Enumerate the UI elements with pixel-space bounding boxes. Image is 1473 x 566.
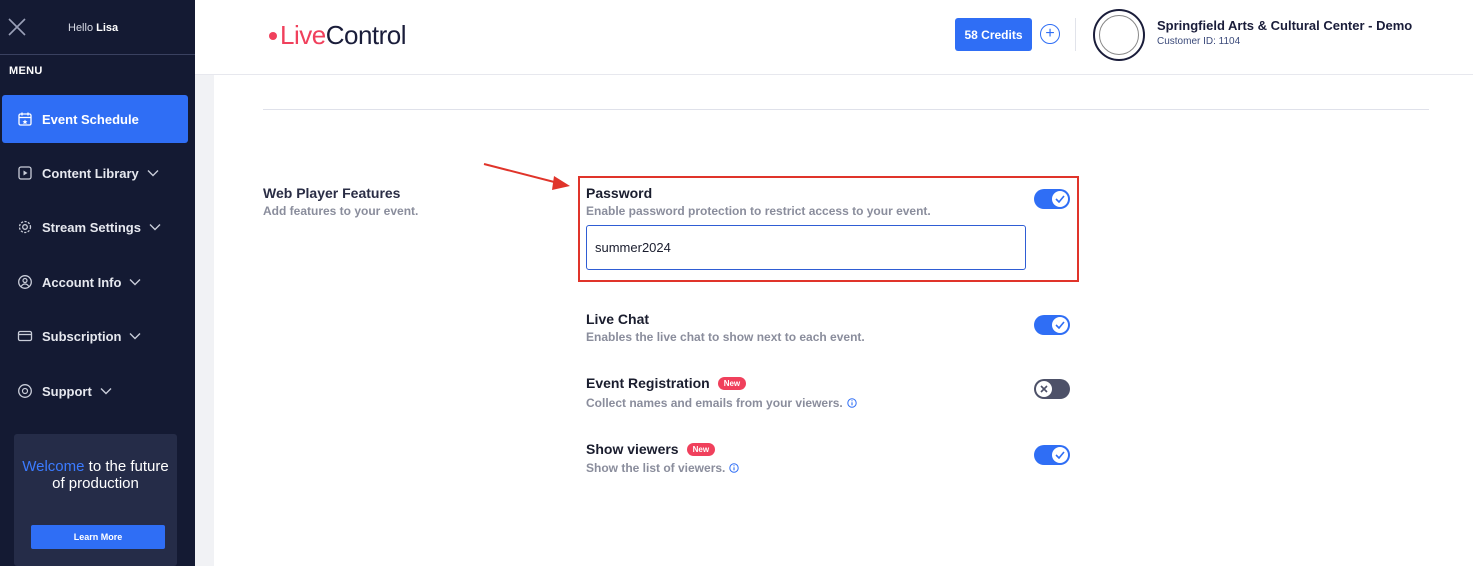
x-icon [1036,381,1052,397]
main-content: Web Player Features Add features to your… [214,75,1473,566]
info-icon[interactable] [847,398,857,408]
organization-name: Springfield Arts & Cultural Center - Dem… [1157,18,1413,33]
live-chat-toggle[interactable] [1034,315,1070,335]
livecontrol-logo[interactable]: Live Control [269,20,407,51]
divider [263,109,1429,110]
plus-icon: + [1045,25,1055,42]
sidebar-item-label: Account Info [42,274,122,290]
info-icon[interactable] [729,463,740,473]
sidebar-item-event-schedule[interactable]: Event Schedule [2,95,188,143]
gear-icon [17,219,33,235]
greeting: Hello Lisa [68,22,119,34]
promo-text: Welcome to the future of production [22,458,169,492]
new-badge: New [686,442,716,456]
check-icon [1052,317,1068,333]
sidebar-item-label: Stream Settings [42,219,141,235]
user-circle-icon [17,274,33,290]
sidebar-item-support[interactable]: Support [2,367,188,415]
sidebar-item-label: Support [42,383,92,399]
seal-icon [1099,15,1139,55]
chevron-down-icon [129,278,141,286]
chevron-down-icon [149,223,161,231]
sidebar-item-label: Subscription [42,328,122,344]
sidebar-item-account-info[interactable]: Account Info [2,258,188,306]
customer-id: Customer ID: 1104 [1157,36,1241,47]
logo-dot [269,31,277,40]
menu-label: MENU [9,65,43,77]
feature-subtitle-live-chat: Enables the live chat to show next to ea… [586,330,865,344]
new-badge: New [717,376,747,390]
sidebar-header: Hello Lisa [0,0,195,55]
credits-button[interactable]: 58 Credits [955,18,1032,51]
calendar-star-icon [17,111,33,127]
section-subtitle: Add features to your event. [263,204,419,218]
sidebar-item-stream-settings[interactable]: Stream Settings [2,203,188,251]
feature-title-event-registration: Event Registration New [586,375,747,391]
chevron-down-icon [147,169,159,177]
feature-title-show-viewers: Show viewers New [586,441,716,457]
sidebar-item-label: Event Schedule [42,111,139,127]
promo-card: Welcome to the future of production Lear… [14,434,177,566]
feature-subtitle-show-viewers: Show the list of viewers. [586,461,740,475]
header-divider [1075,18,1076,51]
annotation-arrow-icon [483,163,570,190]
event-registration-toggle[interactable] [1034,379,1070,399]
sidebar-item-label: Content Library [42,165,139,181]
credit-card-icon [17,328,33,344]
annotation-highlight-box [578,176,1079,282]
play-square-icon [17,165,33,181]
show-viewers-toggle[interactable] [1034,445,1070,465]
feature-title-live-chat: Live Chat [586,311,650,327]
sidebar: Hello Lisa MENU Event Schedule Content L… [0,0,195,566]
learn-more-button[interactable]: Learn More [31,525,165,549]
chevron-down-icon [100,387,112,395]
user-name: Lisa [96,22,119,34]
section-title: Web Player Features [263,185,401,201]
sidebar-item-content-library[interactable]: Content Library [2,149,188,197]
top-header: Live Control 58 Credits + Springfield Art… [195,0,1473,75]
close-icon[interactable] [8,18,26,36]
question-circle-icon [17,383,33,399]
add-credits-button[interactable]: + [1040,24,1060,44]
sidebar-item-subscription[interactable]: Subscription [2,312,188,360]
feature-subtitle-event-registration: Collect names and emails from your viewe… [586,396,857,410]
organization-avatar[interactable] [1093,9,1145,61]
chevron-down-icon [129,332,141,340]
check-icon [1052,447,1068,463]
